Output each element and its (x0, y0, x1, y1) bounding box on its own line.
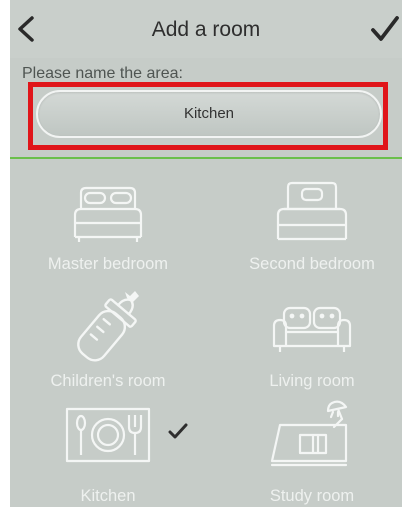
room-option-kitchen[interactable]: Kitchen (18, 405, 198, 507)
room-option-living-room[interactable]: Living room (222, 290, 402, 405)
room-label: Living room (269, 372, 355, 390)
page-title: Add a room (151, 18, 261, 41)
baby-bottle-icon (77, 291, 139, 362)
room-label: Study room (269, 487, 355, 505)
sofa-icon (272, 306, 352, 352)
room-option-master-bedroom[interactable]: Master bedroom (18, 183, 198, 298)
double-bed-icon (73, 186, 143, 242)
room-label: Second bedroom (249, 255, 375, 273)
room-option-childrens-room[interactable]: Children's room (18, 290, 198, 405)
header-bar: Add a room (10, 0, 402, 58)
single-bed-icon (276, 181, 348, 241)
divider (10, 157, 402, 159)
plate-cutlery-icon (65, 407, 151, 463)
room-label: Kitchen (80, 487, 136, 505)
room-label: Master bedroom (47, 255, 169, 273)
room-name-input[interactable]: Kitchen (36, 90, 382, 138)
selected-check-icon (168, 423, 188, 439)
checkmark-icon[interactable] (370, 16, 400, 42)
room-option-study-room[interactable]: Study room (222, 400, 402, 507)
room-label: Children's room (50, 372, 166, 390)
desk-lamp-icon (270, 400, 348, 467)
name-prompt-label: Please name the area: (22, 65, 183, 82)
room-option-second-bedroom[interactable]: Second bedroom (222, 181, 402, 298)
add-room-screen: Add a room Please name the area: Kitchen… (10, 0, 402, 507)
